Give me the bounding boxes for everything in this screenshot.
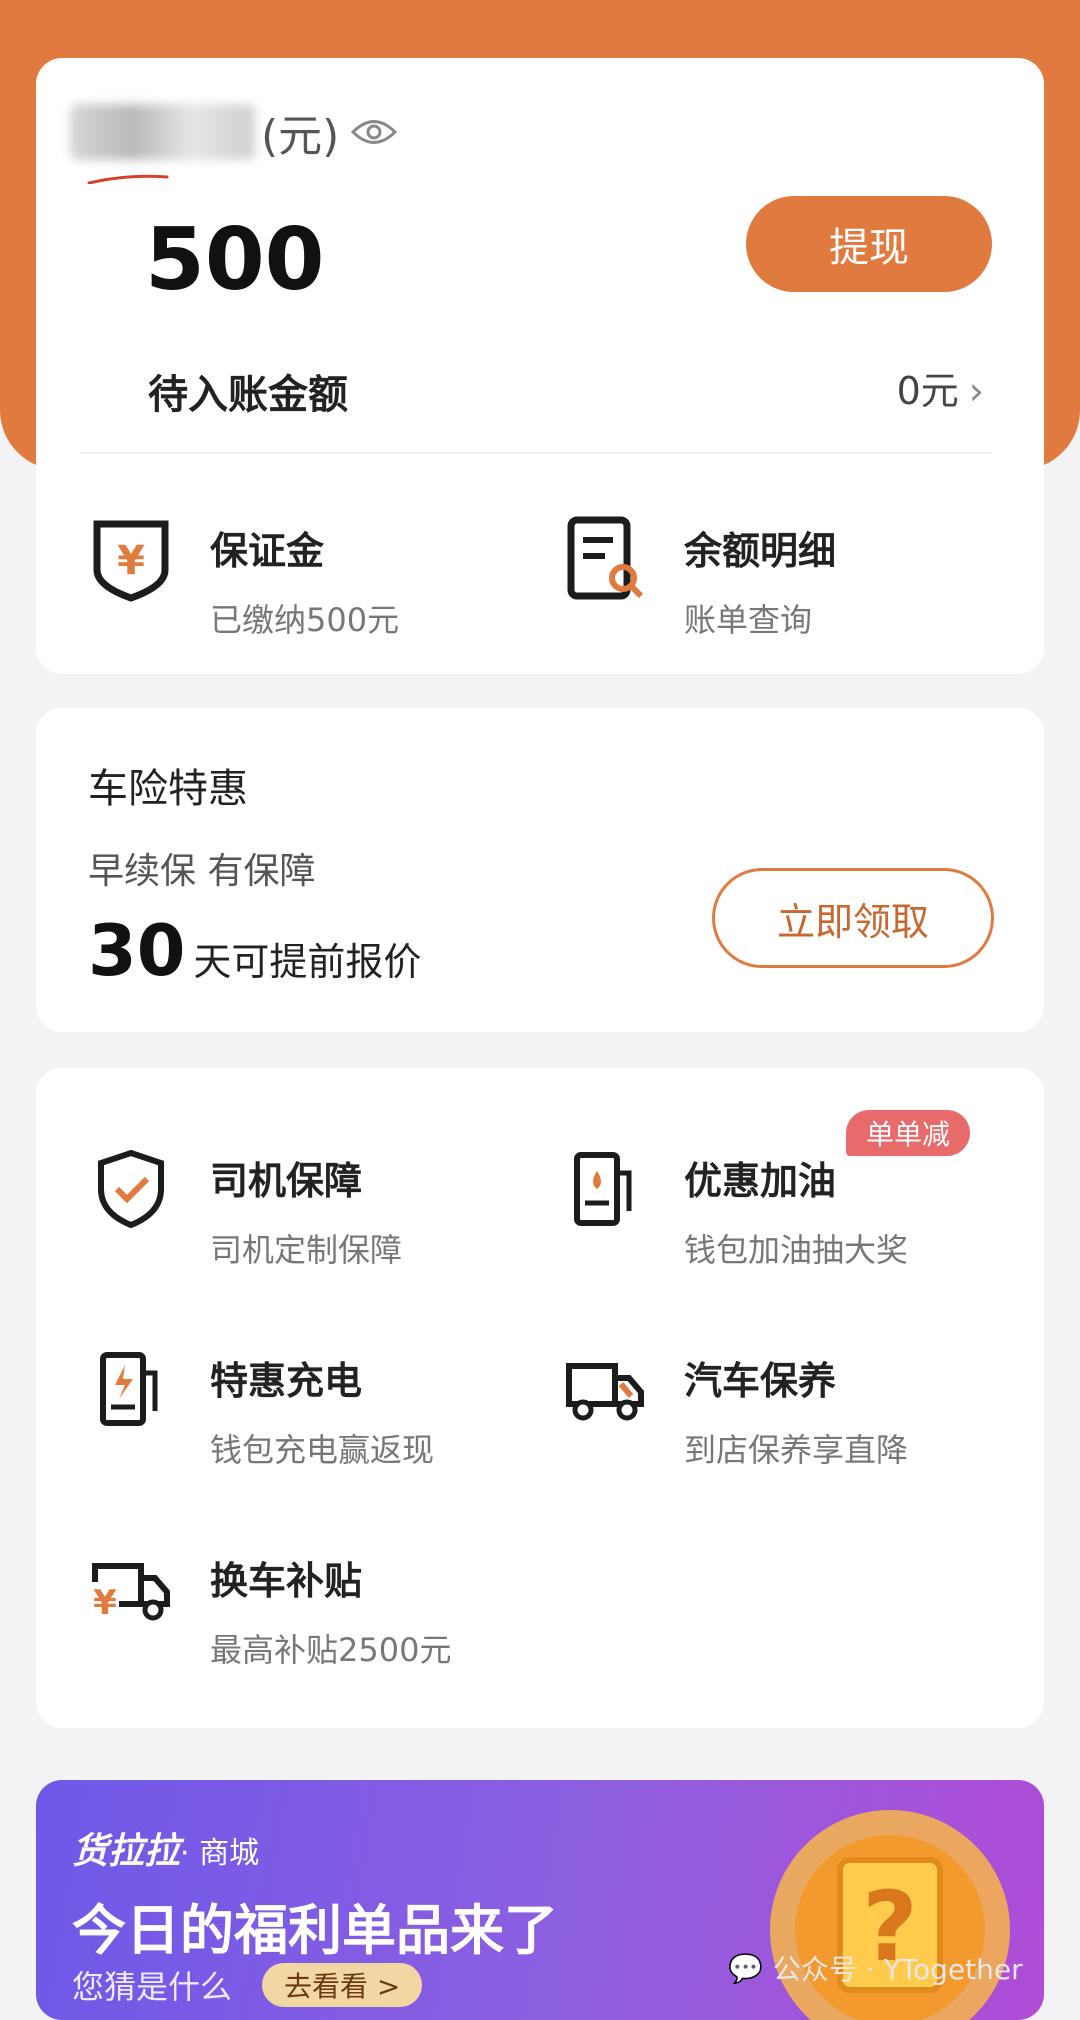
balance-amount: 500 bbox=[145, 210, 325, 310]
service-subtitle: 司机定制保障 bbox=[210, 1231, 403, 1269]
shield-check-icon bbox=[88, 1146, 174, 1232]
insurance-days: 30 天可提前报价 bbox=[88, 910, 421, 992]
service-title: 司机保障 bbox=[210, 1159, 363, 1203]
service-title: 特惠充电 bbox=[210, 1359, 363, 1403]
view-button[interactable]: 去看看 > bbox=[262, 1963, 423, 2007]
withdraw-button[interactable]: 提现 bbox=[746, 196, 992, 292]
svg-text:¥: ¥ bbox=[117, 538, 145, 584]
service-title: 优惠加油 bbox=[684, 1159, 837, 1203]
balance-unit: (元) bbox=[261, 111, 340, 162]
truck-wrench-icon bbox=[562, 1346, 648, 1432]
redacted-text bbox=[70, 104, 255, 160]
details-subtitle: 账单查询 bbox=[684, 601, 813, 639]
balance-label: (元) bbox=[70, 100, 398, 164]
shield-yuan-icon: ¥ bbox=[88, 516, 174, 602]
days-text: 天可提前报价 bbox=[193, 940, 422, 984]
deposit-title: 保证金 bbox=[210, 529, 325, 573]
insurance-subtitle: 早续保 有保障 bbox=[88, 851, 316, 892]
service-item-fuel[interactable]: 优惠加油钱包加油抽大奖 bbox=[562, 1146, 908, 1271]
red-underline-mark bbox=[87, 174, 169, 184]
service-subtitle: 钱包加油抽大奖 bbox=[684, 1231, 909, 1269]
divider bbox=[80, 452, 992, 454]
service-title: 汽车保养 bbox=[684, 1359, 837, 1403]
brand-label: 货拉拉· 商城 bbox=[72, 1822, 259, 1874]
eye-icon[interactable] bbox=[351, 107, 398, 158]
days-number: 30 bbox=[88, 910, 186, 992]
deposit-subtitle: 已缴纳500元 bbox=[210, 601, 400, 639]
pending-label: 待入账金额 bbox=[148, 372, 348, 418]
pending-amount: 0元 bbox=[896, 369, 959, 413]
service-title: 换车补贴 bbox=[210, 1559, 363, 1603]
chevron-right-icon: › bbox=[968, 369, 984, 413]
service-item-trade-in[interactable]: ¥ 换车补贴最高补贴2500元 bbox=[88, 1546, 451, 1671]
watermark: 💬 公众号 · YTogether bbox=[728, 1948, 1023, 1988]
brand-suffix: · 商城 bbox=[180, 1836, 260, 1871]
promo-title: 今日的福利单品来了 bbox=[72, 1899, 558, 1962]
service-subtitle: 钱包充电赢返现 bbox=[210, 1431, 435, 1469]
wechat-icon: 💬 bbox=[728, 1951, 763, 1985]
service-subtitle: 到店保养享直降 bbox=[684, 1431, 909, 1469]
service-item-maintenance[interactable]: 汽车保养到店保养享直降 bbox=[562, 1346, 908, 1471]
watermark-text: 公众号 · YTogether bbox=[772, 1953, 1023, 1986]
balance-details-entry[interactable]: 余额明细 账单查询 bbox=[562, 516, 836, 641]
svg-text:¥: ¥ bbox=[93, 1583, 117, 1623]
bill-search-icon bbox=[562, 516, 648, 602]
charging-station-icon bbox=[88, 1346, 174, 1432]
fuel-pump-icon bbox=[562, 1146, 648, 1232]
details-title: 余额明细 bbox=[684, 529, 837, 573]
service-subtitle: 最高补贴2500元 bbox=[210, 1631, 452, 1669]
promo-subtitle: 您猜是什么 去看看 > bbox=[72, 1962, 423, 2008]
truck-yuan-icon: ¥ bbox=[88, 1546, 174, 1632]
claim-button[interactable]: 立即领取 bbox=[712, 868, 994, 968]
deposit-entry[interactable]: ¥ 保证金已缴纳500元 bbox=[88, 516, 399, 641]
insurance-title: 车险特惠 bbox=[88, 766, 248, 812]
brand-name: 货拉拉 bbox=[72, 1831, 181, 1872]
pending-amount-link[interactable]: 0元 › bbox=[897, 360, 984, 415]
service-item-driver-protection[interactable]: 司机保障司机定制保障 bbox=[88, 1146, 402, 1271]
service-item-charging[interactable]: 特惠充电钱包充电赢返现 bbox=[88, 1346, 434, 1471]
promo-subtitle-text: 您猜是什么 bbox=[72, 1968, 233, 2006]
